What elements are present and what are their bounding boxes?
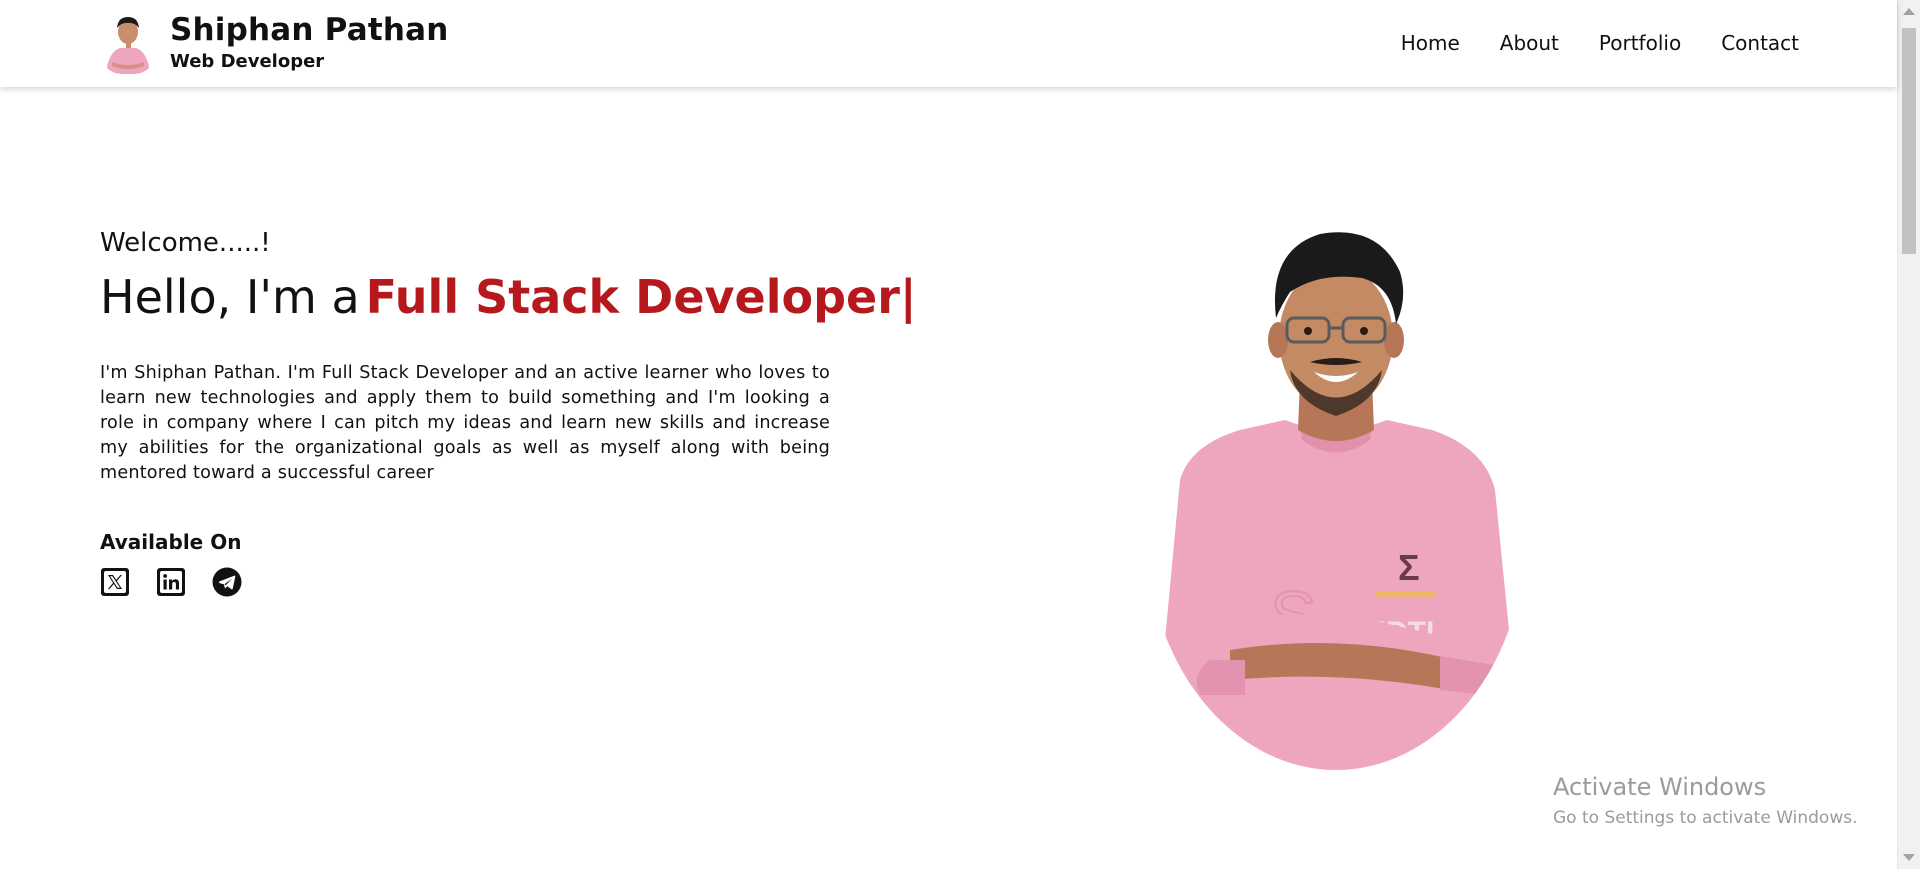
nav-home-link[interactable]: Home bbox=[1401, 31, 1460, 55]
site-header: Shiphan Pathan Web Developer Home About … bbox=[0, 0, 1897, 87]
scroll-down-arrow-icon[interactable] bbox=[1903, 854, 1915, 861]
telegram-icon[interactable] bbox=[212, 567, 242, 597]
nav-about-link[interactable]: About bbox=[1500, 31, 1559, 55]
profile-photo: Σ EDTI S bbox=[1150, 220, 1522, 772]
brand[interactable]: Shiphan Pathan Web Developer bbox=[100, 12, 449, 74]
available-on-heading: Available On bbox=[100, 530, 242, 554]
avatar bbox=[100, 12, 156, 74]
role-typed-text: Full Stack Developer bbox=[365, 270, 900, 324]
watermark-subtitle: Go to Settings to activate Windows. bbox=[1553, 808, 1858, 828]
scroll-thumb[interactable] bbox=[1902, 28, 1916, 254]
brand-name: Shiphan Pathan bbox=[170, 12, 449, 49]
scroll-up-arrow-icon[interactable] bbox=[1903, 8, 1915, 15]
nav-contact-link[interactable]: Contact bbox=[1721, 31, 1799, 55]
svg-text:Σ: Σ bbox=[1398, 547, 1420, 588]
welcome-text: Welcome.....! bbox=[100, 228, 271, 258]
brand-role: Web Developer bbox=[170, 50, 325, 72]
x-twitter-icon[interactable] bbox=[100, 567, 130, 597]
main-nav: Home About Portfolio Contact bbox=[1401, 31, 1799, 55]
activate-windows-watermark: Activate Windows Go to Settings to activ… bbox=[1553, 773, 1858, 828]
bio-paragraph: I'm Shiphan Pathan. I'm Full Stack Devel… bbox=[100, 363, 830, 483]
hero-headline: Hello, I'm a Full Stack Developer| bbox=[100, 270, 917, 324]
typing-cursor: | bbox=[899, 270, 917, 324]
watermark-title: Activate Windows bbox=[1553, 773, 1767, 801]
nav-portfolio-link[interactable]: Portfolio bbox=[1599, 31, 1681, 55]
page-scrollbar[interactable] bbox=[1897, 0, 1920, 869]
linkedin-icon[interactable] bbox=[156, 567, 186, 597]
social-links bbox=[100, 567, 242, 597]
greeting-text: Hello, I'm a bbox=[100, 270, 360, 324]
